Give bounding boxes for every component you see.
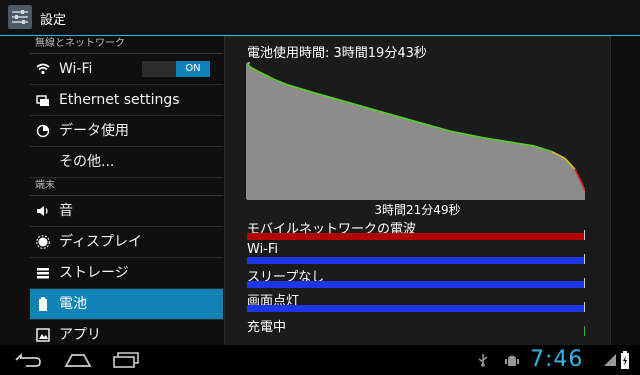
page-title: 設定: [40, 13, 67, 28]
stat-bar-end-marker: [584, 326, 585, 336]
sidebar-item-storage[interactable]: ストレージ: [30, 258, 223, 289]
sidebar-item-ethernet[interactable]: Ethernet settings: [30, 85, 223, 116]
battery-level-area: [247, 63, 585, 199]
recents-icon[interactable]: [110, 351, 142, 369]
signal-icon: [604, 354, 616, 366]
usb-icon: [478, 354, 488, 367]
settings-icon[interactable]: [8, 5, 32, 29]
system-navigation-bar: 7:46: [0, 345, 640, 375]
settings-sidebar: 無線とネットワーク Wi-Fi ON Ethernet settings データ…: [30, 36, 223, 345]
stat-label-wifi: Wi-Fi: [247, 242, 279, 257]
sidebar-item-sound[interactable]: 音: [30, 196, 223, 227]
stat-bar-charging: [247, 326, 585, 336]
chart-duration-label: 3時間21分49秒: [374, 203, 461, 217]
data-usage-icon: [36, 124, 50, 138]
sidebar-item-label: 音: [59, 203, 73, 219]
apps-icon: [36, 328, 50, 342]
battery-panel: 電池使用時間: 3時間19分43秒 3時間21分49秒 モバイルネットワークの電…: [224, 36, 611, 347]
wifi-icon: [36, 62, 50, 76]
sidebar-item-label: ディスプレイ: [59, 234, 143, 250]
stat-bar-mobile-signal: [247, 230, 585, 240]
stat-bar-awake: [247, 278, 585, 288]
ethernet-icon: [36, 93, 50, 107]
battery-history-chart: [246, 62, 585, 200]
sidebar-item-apps[interactable]: アプリ: [30, 320, 223, 345]
action-bar: 設定: [0, 0, 640, 36]
display-icon: [36, 235, 50, 249]
stat-bar-end-marker: [584, 254, 585, 264]
wifi-toggle[interactable]: ON: [142, 61, 210, 77]
storage-icon: [36, 266, 50, 280]
stat-bar-screen-on: [247, 302, 585, 312]
wifi-toggle-state: ON: [176, 61, 210, 77]
sidebar-item-label: 電池: [59, 296, 87, 312]
status-clock: 7:46: [530, 347, 584, 372]
battery-icon: [36, 297, 50, 311]
home-icon[interactable]: [62, 351, 94, 369]
sidebar-item-more[interactable]: その他...: [30, 147, 223, 178]
sidebar-item-wifi[interactable]: Wi-Fi ON: [30, 54, 223, 85]
section-header-device: 端末: [30, 178, 223, 196]
sidebar-item-battery[interactable]: 電池: [30, 289, 223, 320]
stat-bar-end-marker: [584, 230, 585, 240]
back-icon[interactable]: [12, 351, 44, 369]
stat-bar-end-marker: [584, 278, 585, 288]
stat-bar-wifi: [247, 254, 585, 264]
battery-status-icon: [621, 351, 629, 369]
android-debug-icon: [505, 355, 519, 366]
sidebar-item-label: アプリ: [59, 327, 101, 343]
sidebar-item-display[interactable]: ディスプレイ: [30, 227, 223, 258]
sound-icon: [36, 204, 50, 218]
sidebar-item-data-usage[interactable]: データ使用: [30, 116, 223, 147]
stat-bar-end-marker: [584, 302, 585, 312]
sidebar-item-label: データ使用: [59, 123, 129, 139]
battery-usage-time: 電池使用時間: 3時間19分43秒: [247, 46, 427, 61]
sidebar-item-label: Wi-Fi: [59, 61, 93, 77]
sidebar-item-label: Ethernet settings: [59, 92, 180, 108]
section-header-wireless: 無線とネットワーク: [30, 36, 223, 54]
sidebar-item-label: その他...: [59, 154, 115, 170]
sidebar-item-label: ストレージ: [59, 265, 129, 281]
